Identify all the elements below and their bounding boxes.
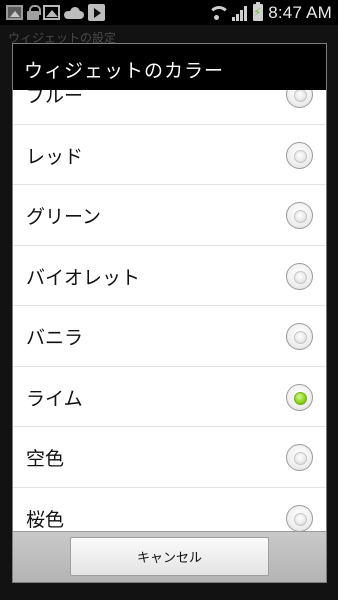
system-icons: 8:47 AM: [207, 2, 332, 23]
option-label: 桜色: [26, 508, 65, 531]
status-time: 8:47 AM: [268, 2, 332, 22]
radio-button[interactable]: [286, 323, 313, 350]
option-label: バイオレット: [26, 266, 141, 289]
radio-button[interactable]: [286, 90, 313, 108]
radio-button[interactable]: [286, 504, 313, 531]
lock-icon: [27, 5, 41, 20]
option-blue[interactable]: ブルー: [13, 90, 326, 125]
option-label: レッド: [26, 145, 84, 168]
option-violet[interactable]: バイオレット: [13, 246, 326, 306]
option-lime[interactable]: ライム: [13, 367, 326, 427]
option-label: 空色: [26, 448, 65, 470]
option-sky-blue[interactable]: 空色: [13, 427, 326, 488]
color-picker-dialog: ウィジェットのカラー ブルー レッド グリーン バイオレット バニラ ライム 空…: [12, 43, 327, 583]
option-label: グリーン: [26, 206, 102, 228]
color-options-scroll: ブルー レッド グリーン バイオレット バニラ ライム 空色 桜色: [13, 90, 326, 531]
notification-icons: [6, 3, 105, 22]
status-bar: 8:47 AM: [0, 0, 338, 25]
option-vanilla[interactable]: バニラ: [13, 306, 326, 367]
option-label: ライム: [26, 387, 83, 410]
radio-button[interactable]: [286, 141, 313, 169]
cloud-icon: [64, 6, 84, 19]
battery-charging-icon: [253, 2, 264, 21]
cancel-button[interactable]: キャンセル: [70, 537, 269, 576]
option-red[interactable]: レッド: [13, 125, 326, 185]
radio-button-selected[interactable]: [286, 383, 313, 411]
photo-icon: [43, 5, 60, 20]
play-store-icon: [88, 4, 105, 21]
radio-button[interactable]: [286, 262, 313, 290]
dialog-footer: キャンセル: [13, 531, 326, 582]
signal-icon: [232, 5, 248, 21]
dialog-title: ウィジェットのカラー: [24, 60, 225, 82]
image-icon: [6, 5, 23, 20]
option-cherry-blossom[interactable]: 桜色: [13, 488, 326, 531]
option-label: ブルー: [26, 90, 84, 107]
radio-button[interactable]: [286, 202, 313, 229]
wifi-icon: [207, 4, 231, 22]
option-label: バニラ: [26, 327, 84, 349]
color-options-list[interactable]: ブルー レッド グリーン バイオレット バニラ ライム 空色 桜色: [13, 90, 326, 531]
option-green[interactable]: グリーン: [13, 185, 326, 246]
radio-button[interactable]: [286, 444, 313, 471]
dialog-header: ウィジェットのカラー: [13, 44, 326, 90]
